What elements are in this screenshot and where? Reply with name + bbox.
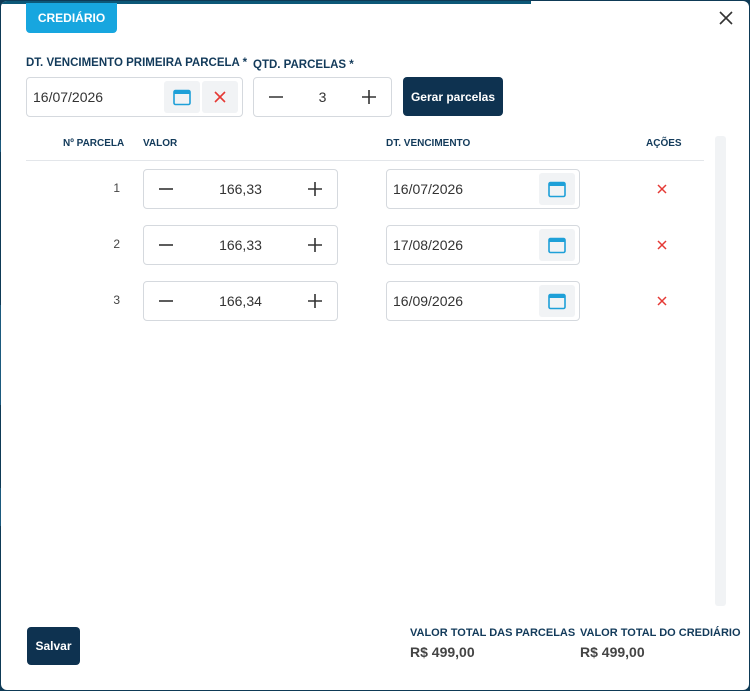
value-decrement-button[interactable] [146, 226, 186, 264]
installment-value: 166,34 [219, 293, 262, 309]
value-decrement-button[interactable] [146, 282, 186, 320]
row-number: 3 [113, 293, 120, 307]
installment-value-stepper[interactable]: 166,33 [143, 169, 338, 209]
qty-value: 3 [318, 89, 327, 105]
installment-calendar-button[interactable] [539, 285, 575, 317]
value-increment-button[interactable] [295, 170, 335, 208]
qty-decrement-button[interactable] [256, 78, 296, 116]
total-credit-value: R$ 499,00 [580, 644, 645, 660]
plus-icon [362, 90, 376, 104]
delete-installment-button[interactable] [652, 235, 672, 255]
value-decrement-button[interactable] [146, 170, 186, 208]
close-button[interactable] [715, 7, 737, 29]
installment-value: 166,33 [219, 237, 262, 253]
crediario-tab: CREDIÁRIO [26, 3, 117, 33]
plus-icon [308, 294, 322, 308]
first-due-label: DT. VENCIMENTO PRIMEIRA PARCELA * [26, 57, 248, 69]
qty-stepper[interactable]: 3 [253, 77, 392, 117]
minus-icon [159, 244, 173, 246]
delete-installment-button[interactable] [652, 291, 672, 311]
generate-installments-button[interactable]: Gerar parcelas [403, 77, 503, 116]
calendar-icon [548, 293, 566, 310]
calendar-icon [548, 181, 566, 198]
installment-due-date-field[interactable]: 16/09/2026 [386, 281, 580, 321]
delete-icon [657, 184, 667, 194]
value-increment-button[interactable] [295, 282, 335, 320]
clear-icon [214, 91, 226, 103]
save-button[interactable]: Salvar [27, 627, 80, 665]
col-header-actions: AÇÕES [646, 138, 682, 149]
plus-icon [308, 238, 322, 252]
close-icon [719, 11, 733, 25]
crediario-modal: CREDIÁRIO DT. VENCIMENTO PRIMEIRA PARCEL… [1, 1, 749, 690]
value-increment-button[interactable] [295, 226, 335, 264]
installment-due-date-field[interactable]: 17/08/2026 [386, 225, 580, 265]
installment-due-date: 16/07/2026 [393, 181, 464, 197]
installment-value: 166,33 [219, 181, 262, 197]
qty-increment-button[interactable] [349, 78, 389, 116]
minus-icon [159, 300, 173, 302]
plus-icon [308, 182, 322, 196]
minus-icon [269, 96, 283, 98]
col-header-value: VALOR [143, 138, 178, 149]
first-due-date-field[interactable]: 16/07/2026 [26, 77, 243, 117]
total-credit-label: VALOR TOTAL DO CREDIÁRIO [580, 627, 741, 639]
table-scrollbar[interactable] [715, 136, 726, 606]
col-header-number: Nº PARCELA [63, 138, 125, 149]
installment-value-stepper[interactable]: 166,34 [143, 281, 338, 321]
delete-icon [657, 240, 667, 250]
first-due-date-value: 16/07/2026 [33, 89, 104, 105]
total-installments-value: R$ 499,00 [410, 644, 475, 660]
calendar-icon [548, 237, 566, 254]
delete-installment-button[interactable] [652, 179, 672, 199]
minus-icon [159, 188, 173, 190]
installment-calendar-button[interactable] [539, 229, 575, 261]
row-number: 2 [113, 237, 120, 251]
first-due-calendar-button[interactable] [164, 81, 200, 113]
installment-calendar-button[interactable] [539, 173, 575, 205]
installment-due-date: 17/08/2026 [393, 237, 464, 253]
delete-icon [657, 296, 667, 306]
installment-due-date-field[interactable]: 16/07/2026 [386, 169, 580, 209]
installment-due-date: 16/09/2026 [393, 293, 464, 309]
installment-value-stepper[interactable]: 166,33 [143, 225, 338, 265]
qty-label: QTD. PARCELAS * [253, 59, 354, 71]
row-number: 1 [113, 181, 120, 195]
calendar-icon [173, 89, 191, 106]
first-due-clear-button[interactable] [202, 81, 238, 113]
col-header-due-date: DT. VENCIMENTO [386, 138, 471, 149]
table-header-divider [26, 160, 704, 161]
total-installments-label: VALOR TOTAL DAS PARCELAS [410, 627, 576, 639]
